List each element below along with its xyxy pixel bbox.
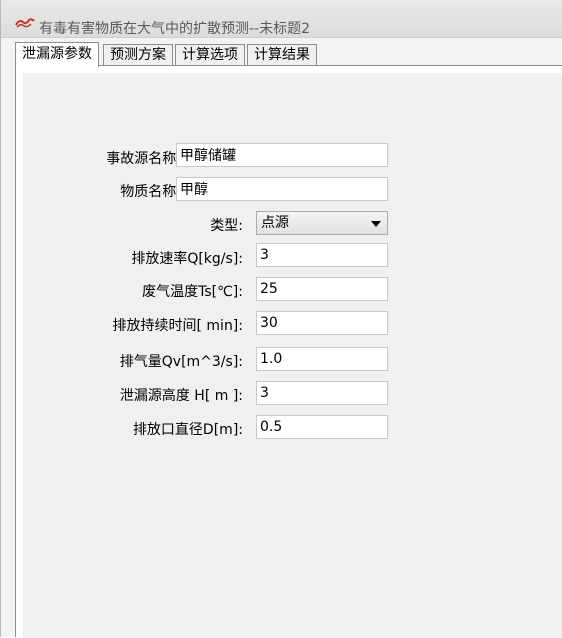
source-name-label: 事故源名称:	[106, 151, 181, 167]
type-label: 类型:	[210, 218, 243, 234]
type-select-value: 点源	[261, 215, 289, 231]
app-window: 有毒有害物质在大气中的扩散预测--未标题2 泄漏源参数 预测方案 计算选项 计算…	[0, 0, 562, 638]
duration-label: 排放持续时间[ min]:	[112, 318, 244, 334]
window-title: 有毒有害物质在大气中的扩散预测--未标题2	[39, 21, 311, 37]
emission-rate-field[interactable]	[256, 243, 388, 267]
emission-rate-label: 排放速率Q[kg/s]:	[131, 251, 243, 267]
leak-height-field[interactable]	[256, 381, 388, 405]
exhaust-temp-label: 废气温度Ts[℃]:	[142, 284, 243, 300]
tab-calc-options[interactable]: 计算选项	[175, 44, 245, 66]
duration-field[interactable]	[256, 311, 388, 335]
tab-panel-leak-source: 事故源名称: 物质名称: 类型: 点源 排放速率Q[kg/s]: 废气温度Ts[…	[15, 65, 562, 638]
chevron-down-icon	[371, 221, 381, 227]
type-select[interactable]: 点源	[256, 211, 388, 235]
substance-name-label: 物质名称:	[120, 184, 181, 200]
source-name-field[interactable]	[176, 143, 388, 167]
title-bar: 有毒有害物质在大气中的扩散预测--未标题2	[1, 0, 562, 38]
outlet-diameter-field[interactable]	[256, 415, 388, 439]
tab-leak-source-params[interactable]: 泄漏源参数	[15, 42, 99, 67]
leak-height-label: 泄漏源高度 H[ m ]:	[119, 388, 243, 404]
tab-prediction-plan[interactable]: 预测方案	[103, 44, 173, 66]
app-logo-icon	[15, 16, 35, 28]
exhaust-volume-field[interactable]	[256, 347, 388, 371]
exhaust-temp-field[interactable]	[256, 277, 388, 301]
exhaust-volume-label: 排气量Qv[m^3/s]:	[119, 354, 243, 370]
substance-name-field[interactable]	[176, 177, 388, 201]
outlet-diameter-label: 排放口直径D[m]:	[132, 422, 243, 438]
form-area: 事故源名称: 物质名称: 类型: 点源 排放速率Q[kg/s]: 废气温度Ts[…	[23, 73, 562, 638]
tab-calc-results[interactable]: 计算结果	[247, 44, 317, 66]
